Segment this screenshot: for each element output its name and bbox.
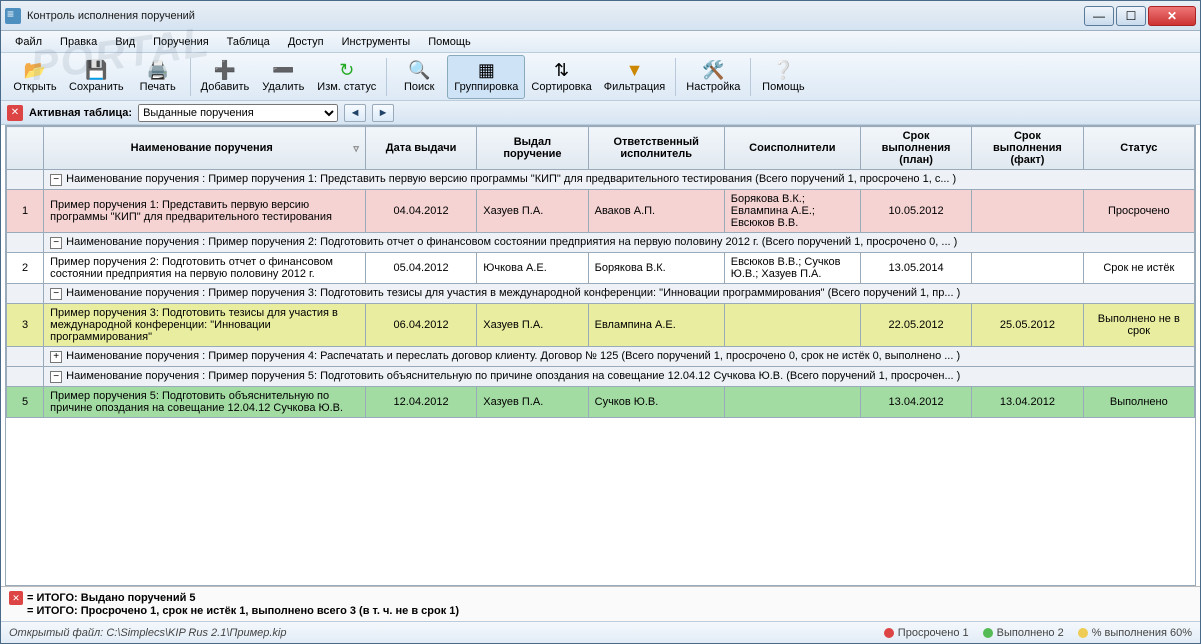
folder-icon: 📂: [24, 61, 46, 79]
change-status-button[interactable]: ↻Изм. статус: [311, 55, 382, 99]
status-dot-green: [983, 628, 993, 638]
cell-status: Просрочено: [1083, 190, 1194, 233]
filter-button[interactable]: ▼Фильтрация: [598, 55, 671, 99]
row-number: 1: [7, 190, 44, 233]
table-row[interactable]: 3 Пример поручения 3: Подготовить тезисы…: [7, 304, 1195, 347]
separator: [386, 58, 387, 96]
add-button[interactable]: ➕Добавить: [195, 55, 256, 99]
nav-next-button[interactable]: ►: [372, 104, 394, 122]
separator: [675, 58, 676, 96]
collapse-icon[interactable]: −: [50, 174, 62, 186]
col-issuer[interactable]: Выдал поручение: [477, 127, 588, 170]
col-responsible[interactable]: Ответственный исполнитель: [588, 127, 724, 170]
window-title: Контроль исполнения поручений: [27, 10, 1084, 22]
summary-panel: ✕ = ИТОГО: Выдано поручений 5 = ИТОГО: Пр…: [1, 586, 1200, 621]
statusbar: Открытый файл: C:\Simplecs\KIP Rus 2.1\П…: [1, 621, 1200, 643]
cell-date: 04.04.2012: [365, 190, 476, 233]
collapse-icon[interactable]: −: [50, 288, 62, 300]
cell-issuer: Хазуев П.А.: [477, 190, 588, 233]
help-button[interactable]: ❔Помощь: [755, 55, 811, 99]
sub-toolbar: ✕ Активная таблица: Выданные поручения ◄…: [1, 101, 1200, 125]
collapse-icon[interactable]: −: [50, 371, 62, 383]
cell-resp: Аваков А.П.: [588, 190, 724, 233]
separator: [190, 58, 191, 96]
status-dot-yellow: [1078, 628, 1088, 638]
col-status[interactable]: Статус: [1083, 127, 1194, 170]
menu-help[interactable]: Помощь: [420, 34, 479, 50]
active-table-select[interactable]: Выданные поручения: [138, 104, 338, 122]
toolbar: 📂Открыть 💾Сохранить 🖨️Печать ➕Добавить ➖…: [1, 53, 1200, 101]
print-icon: 🖨️: [146, 61, 168, 79]
data-grid[interactable]: Наименование поручения ▿ Дата выдачи Выд…: [5, 125, 1196, 586]
menu-file[interactable]: Файл: [7, 34, 50, 50]
app-icon: [5, 8, 21, 24]
maximize-button[interactable]: ☐: [1116, 6, 1146, 26]
group-row[interactable]: −Наименование поручения : Пример поручен…: [7, 233, 1195, 253]
group-row[interactable]: −Наименование поручения : Пример поручен…: [7, 170, 1195, 190]
gear-icon: 🛠️: [702, 61, 724, 79]
open-button[interactable]: 📂Открыть: [7, 55, 63, 99]
titlebar: Контроль исполнения поручений — ☐ ✕: [1, 1, 1200, 31]
status-done: Выполнено 2: [997, 627, 1064, 639]
open-file-label: Открытый файл:: [9, 627, 103, 639]
active-table-label: Активная таблица:: [29, 107, 132, 119]
col-coexec[interactable]: Соисполнители: [724, 127, 860, 170]
save-icon: 💾: [85, 61, 107, 79]
delete-button[interactable]: ➖Удалить: [255, 55, 311, 99]
table-row[interactable]: 5 Пример поручения 5: Подготовить объясн…: [7, 387, 1195, 418]
search-button[interactable]: 🔍Поиск: [391, 55, 447, 99]
menu-edit[interactable]: Правка: [52, 34, 105, 50]
delete-icon: ➖: [272, 61, 294, 79]
group-icon: ▦: [478, 61, 495, 79]
menubar: Файл Правка Вид Поручения Таблица Доступ…: [1, 31, 1200, 53]
print-button[interactable]: 🖨️Печать: [130, 55, 186, 99]
filter-icon: ▼: [626, 61, 644, 79]
status-percent: % выполнения 60%: [1092, 627, 1192, 639]
menu-access[interactable]: Доступ: [280, 34, 332, 50]
search-icon: 🔍: [408, 61, 430, 79]
menu-view[interactable]: Вид: [107, 34, 143, 50]
collapse-icon[interactable]: −: [50, 237, 62, 249]
minimize-button[interactable]: —: [1084, 6, 1114, 26]
menu-tasks[interactable]: Поручения: [145, 34, 217, 50]
col-date[interactable]: Дата выдачи: [365, 127, 476, 170]
col-due-plan[interactable]: Срок выполнения (план): [860, 127, 971, 170]
nav-prev-button[interactable]: ◄: [344, 104, 366, 122]
open-file-path: C:\Simplecs\KIP Rus 2.1\Пример.kip: [106, 627, 286, 639]
cell-name: Пример поручения 1: Представить первую в…: [44, 190, 366, 233]
close-tab-button[interactable]: ✕: [7, 105, 23, 121]
sort-icon: ⇅: [554, 61, 569, 79]
close-summary-icon[interactable]: ✕: [9, 591, 23, 605]
close-button[interactable]: ✕: [1148, 6, 1196, 26]
group-row[interactable]: +Наименование поручения : Пример поручен…: [7, 347, 1195, 367]
cell-co: Борякова В.К.; Евлампина А.Е.; Евсюков В…: [724, 190, 860, 233]
separator: [750, 58, 751, 96]
group-button[interactable]: ▦Группировка: [447, 55, 525, 99]
table-row[interactable]: 1 Пример поручения 1: Представить первую…: [7, 190, 1195, 233]
refresh-icon: ↻: [339, 61, 354, 79]
expand-icon[interactable]: +: [50, 351, 62, 363]
table-row[interactable]: 2 Пример поручения 2: Подготовить отчет …: [7, 253, 1195, 284]
menu-tools[interactable]: Инструменты: [334, 34, 419, 50]
help-icon: ❔: [772, 61, 794, 79]
add-icon: ➕: [214, 61, 236, 79]
sort-button[interactable]: ⇅Сортировка: [525, 55, 597, 99]
settings-button[interactable]: 🛠️Настройка: [680, 55, 746, 99]
save-button[interactable]: 💾Сохранить: [63, 55, 130, 99]
col-number[interactable]: [7, 127, 44, 170]
group-row[interactable]: −Наименование поручения : Пример поручен…: [7, 367, 1195, 387]
summary-line1: = ИТОГО: Выдано поручений 5: [27, 592, 196, 604]
group-row[interactable]: −Наименование поручения : Пример поручен…: [7, 284, 1195, 304]
menu-table[interactable]: Таблица: [219, 34, 278, 50]
cell-plan: 10.05.2012: [860, 190, 971, 233]
col-due-fact[interactable]: Срок выполнения (факт): [972, 127, 1083, 170]
status-dot-red: [884, 628, 894, 638]
status-overdue: Просрочено 1: [898, 627, 969, 639]
cell-fact: [972, 190, 1083, 233]
summary-line2: = ИТОГО: Просрочено 1, срок не истёк 1, …: [27, 605, 459, 617]
col-name[interactable]: Наименование поручения ▿: [44, 127, 366, 170]
